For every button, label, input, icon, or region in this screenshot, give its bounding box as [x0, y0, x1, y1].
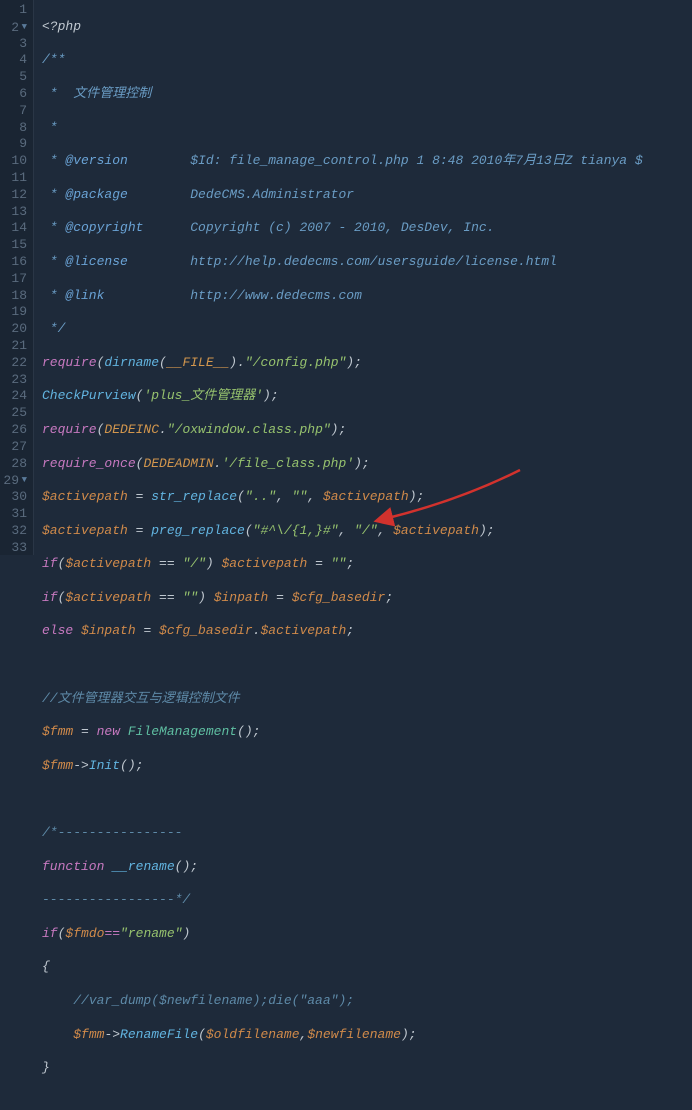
line-number: 11 — [0, 170, 27, 187]
code-line: * @version $Id: file_manage_control.php … — [42, 153, 643, 170]
line-number: 28 — [0, 456, 27, 473]
line-number: 20 — [0, 321, 27, 338]
code-line: * @package DedeCMS.Administrator — [42, 187, 643, 204]
code-line: { — [42, 959, 643, 976]
code-line: require_once(DEDEADMIN.'/file_class.php'… — [42, 456, 643, 473]
code-line: CheckPurview('plus_文件管理器'); — [42, 388, 643, 405]
line-number: 15 — [0, 237, 27, 254]
code-line — [42, 791, 643, 808]
code-line: /** — [42, 52, 643, 69]
line-gutter: 1 2▼ 3 4 5 6 7 8 9 10 11 12 13 14 15 16 … — [0, 0, 34, 555]
code-line: * @license http://help.dedecms.com/users… — [42, 254, 643, 271]
code-line: $fmm->Init(); — [42, 758, 643, 775]
code-line — [42, 1094, 643, 1110]
line-number: 8 — [0, 120, 27, 137]
code-editor[interactable]: 1 2▼ 3 4 5 6 7 8 9 10 11 12 13 14 15 16 … — [0, 0, 692, 555]
code-line: * @copyright Copyright (c) 2007 - 2010, … — [42, 220, 643, 237]
line-number: 1 — [0, 2, 27, 19]
code-line: */ — [42, 321, 643, 338]
code-line: * 文件管理控制 — [42, 86, 643, 103]
fold-icon[interactable]: ▼ — [19, 472, 27, 489]
line-number: 22 — [0, 355, 27, 372]
line-number: 14 — [0, 220, 27, 237]
line-number: 21 — [0, 338, 27, 355]
line-number: 18 — [0, 288, 27, 305]
code-line — [42, 657, 643, 674]
code-line: require(dirname(__FILE__)."/config.php")… — [42, 355, 643, 372]
code-line: -----------------*/ — [42, 892, 643, 909]
line-number: 27 — [0, 439, 27, 456]
line-number: 10 — [0, 153, 27, 170]
line-number: 25 — [0, 405, 27, 422]
line-number: 9 — [0, 136, 27, 153]
code-line: if($fmdo=="rename") — [42, 926, 643, 943]
code-line: * @link http://www.dedecms.com — [42, 288, 643, 305]
code-line: <?php — [42, 19, 643, 36]
line-number: 17 — [0, 271, 27, 288]
line-number: 5 — [0, 69, 27, 86]
code-line: } — [42, 1060, 643, 1077]
code-line: function __rename(); — [42, 859, 643, 876]
code-line: $fmm->RenameFile($oldfilename,$newfilena… — [42, 1027, 643, 1044]
line-number: 26 — [0, 422, 27, 439]
code-line: /*---------------- — [42, 825, 643, 842]
line-number: 4 — [0, 52, 27, 69]
line-number: 3 — [0, 36, 27, 53]
line-number: 33 — [0, 540, 27, 557]
code-line: if($activepath == "") $inpath = $cfg_bas… — [42, 590, 643, 607]
code-line: $activepath = preg_replace("#^\/{1,}#", … — [42, 523, 643, 540]
line-number: 2▼ — [0, 19, 27, 36]
line-number: 13 — [0, 204, 27, 221]
line-number: 19 — [0, 304, 27, 321]
line-number: 23 — [0, 372, 27, 389]
line-number: 32 — [0, 523, 27, 540]
line-number: 31 — [0, 506, 27, 523]
code-area[interactable]: <?php /** * 文件管理控制 * * @version $Id: fil… — [34, 0, 643, 555]
code-line: * — [42, 120, 643, 137]
code-line: if($activepath == "/") $activepath = ""; — [42, 556, 643, 573]
line-number: 30 — [0, 489, 27, 506]
line-number: 12 — [0, 187, 27, 204]
code-line: $fmm = new FileManagement(); — [42, 724, 643, 741]
code-line: require(DEDEINC."/oxwindow.class.php"); — [42, 422, 643, 439]
code-line: else $inpath = $cfg_basedir.$activepath; — [42, 623, 643, 640]
line-number: 6 — [0, 86, 27, 103]
line-number: 29▼ — [0, 472, 27, 489]
line-number: 16 — [0, 254, 27, 271]
fold-icon[interactable]: ▼ — [19, 19, 27, 36]
line-number: 7 — [0, 103, 27, 120]
code-line: //文件管理器交互与逻辑控制文件 — [42, 691, 643, 708]
line-number: 24 — [0, 388, 27, 405]
code-line: //var_dump($newfilename);die("aaa"); — [42, 993, 643, 1010]
code-line: $activepath = str_replace("..", "", $act… — [42, 489, 643, 506]
